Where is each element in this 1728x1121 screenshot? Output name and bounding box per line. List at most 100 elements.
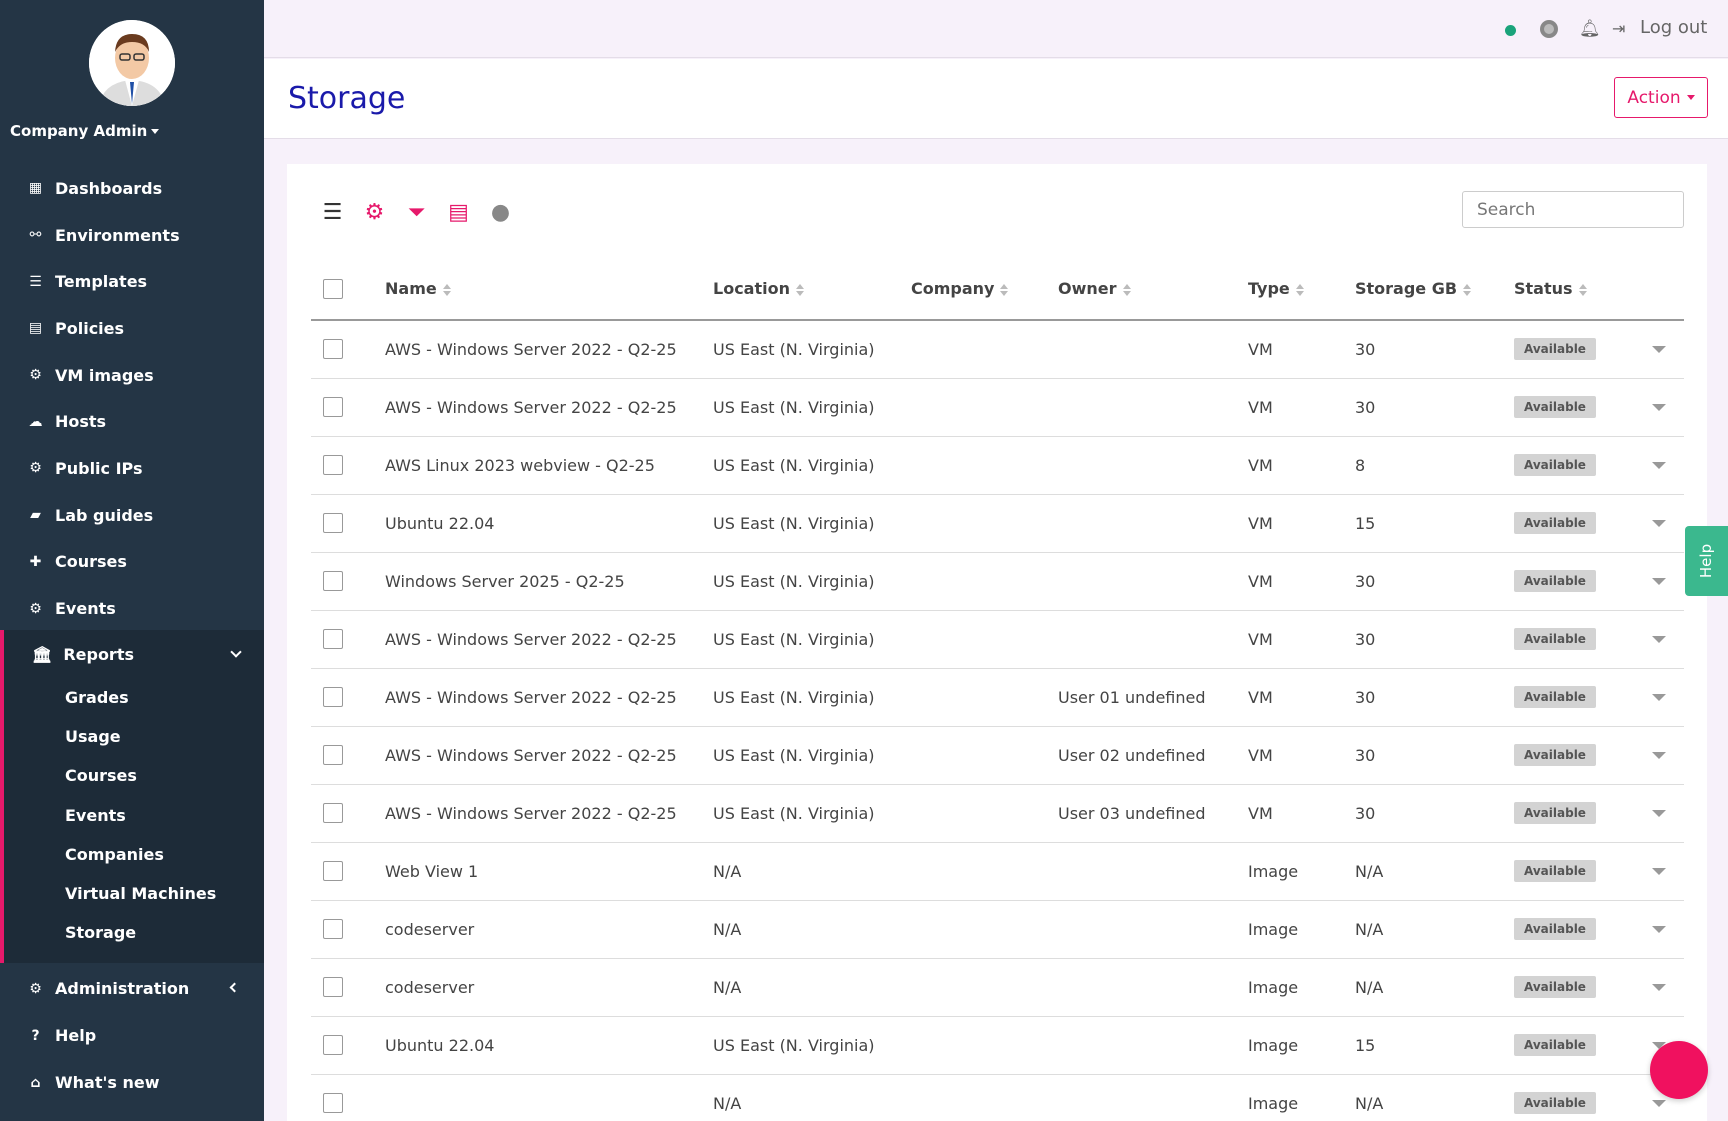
row-checkbox[interactable] <box>323 745 343 765</box>
sidebar-item-courses[interactable]: ✚ Courses <box>0 539 264 586</box>
row-checkbox[interactable] <box>323 1035 343 1055</box>
row-select-cell <box>311 726 385 785</box>
row-actions-cell <box>1628 552 1684 611</box>
row-checkbox[interactable] <box>323 919 343 939</box>
table-body: AWS - Windows Server 2022 - Q2-25 US East… <box>311 320 1684 1121</box>
bomb-icon[interactable]: ● <box>488 200 513 225</box>
globe-icon[interactable] <box>1540 20 1558 38</box>
table-row[interactable]: Windows Server 2025 - Q2-25 US East (N. V… <box>311 552 1684 611</box>
cell-company <box>911 784 1058 843</box>
sidebar-item-public-ips[interactable]: ⚙ Public IPs <box>0 445 264 492</box>
sidebar-item-vm-images[interactable]: ⚙ VM images <box>0 352 264 399</box>
row-expand-caret-icon[interactable] <box>1652 403 1666 411</box>
logout-icon[interactable]: ⇥ <box>1612 19 1625 38</box>
column-header-location[interactable]: Location <box>713 258 911 321</box>
row-expand-caret-icon[interactable] <box>1652 577 1666 585</box>
sidebar-item-events[interactable]: ⚙ Events <box>0 585 264 632</box>
row-select-cell <box>311 1074 385 1121</box>
sidebar-item-reports[interactable]: 🏛︎ Reports <box>4 630 264 678</box>
row-expand-caret-icon[interactable] <box>1652 867 1666 875</box>
cell-location: US East (N. Virginia) <box>713 436 911 495</box>
row-expand-caret-icon[interactable] <box>1652 925 1666 933</box>
row-checkbox[interactable] <box>323 977 343 997</box>
table-row[interactable]: AWS - Windows Server 2022 - Q2-25 US East… <box>311 378 1684 437</box>
sidebar-item-dashboards[interactable]: ▦ Dashboards <box>0 165 264 212</box>
user-name: Company Admin <box>10 122 148 140</box>
column-header-storage-gb[interactable]: Storage GB <box>1355 258 1514 321</box>
action-label: Action <box>1627 87 1681 108</box>
row-expand-caret-icon[interactable] <box>1652 1099 1666 1107</box>
sidebar-subitem-companies[interactable]: Companies <box>4 835 264 874</box>
select-all-checkbox[interactable] <box>323 278 343 299</box>
help-tab[interactable]: Help <box>1685 526 1728 596</box>
row-checkbox[interactable] <box>323 339 343 360</box>
sidebar-subitem-virtual-machines[interactable]: Virtual Machines <box>4 874 264 913</box>
cell-status: Available <box>1514 494 1628 553</box>
table-row[interactable]: codeserver N/A Image N/A Available <box>311 958 1684 1017</box>
list-icon[interactable]: ☰ <box>320 200 345 225</box>
sidebar-item-lab-guides[interactable]: ▰ Lab guides <box>0 492 264 539</box>
sidebar-item-hosts[interactable]: ☁ Hosts <box>0 398 264 445</box>
table-row[interactable]: Web View 1 N/A Image N/A Available <box>311 842 1684 901</box>
row-checkbox[interactable] <box>323 397 343 417</box>
action-button[interactable]: Action <box>1614 77 1708 118</box>
sidebar-item-administration[interactable]: ⚙ Administration <box>0 965 264 1012</box>
bell-icon[interactable]: 🔔︎ <box>1579 19 1601 39</box>
row-expand-caret-icon[interactable] <box>1652 519 1666 527</box>
table-row[interactable]: AWS Linux 2023 webview - Q2-25 US East (N… <box>311 436 1684 495</box>
search-input[interactable] <box>1462 191 1684 228</box>
table-row[interactable]: AWS - Windows Server 2022 - Q2-25 US East… <box>311 610 1684 669</box>
table-row[interactable]: AWS - Windows Server 2022 - Q2-25 US East… <box>311 784 1684 843</box>
filter-icon[interactable]: ⏷ <box>404 200 429 225</box>
sidebar-subitem-courses[interactable]: Courses <box>4 756 264 795</box>
row-checkbox[interactable] <box>323 629 343 649</box>
sidebar-item-environments[interactable]: ⚯ Environments <box>0 212 264 259</box>
cogs-icon[interactable]: ⚙ <box>362 200 387 225</box>
row-expand-caret-icon[interactable] <box>1652 635 1666 643</box>
column-header-name[interactable]: Name <box>385 258 713 321</box>
row-expand-caret-icon[interactable] <box>1652 983 1666 991</box>
sidebar-item-help[interactable]: ? Help <box>0 1012 264 1059</box>
sidebar-subitem-grades[interactable]: Grades <box>4 678 264 717</box>
row-checkbox[interactable] <box>323 687 343 707</box>
cell-owner <box>1058 320 1248 379</box>
sidebar-item-policies[interactable]: ▤ Policies <box>0 305 264 352</box>
column-header-owner[interactable]: Owner <box>1058 258 1248 321</box>
row-expand-caret-icon[interactable] <box>1652 345 1666 353</box>
sidebar-item-templates[interactable]: ☰ Templates <box>0 258 264 305</box>
row-checkbox[interactable] <box>323 455 343 475</box>
sidebar-subitem-usage[interactable]: Usage <box>4 717 264 756</box>
row-checkbox[interactable] <box>323 1093 343 1113</box>
page-title: Storage <box>288 81 406 116</box>
row-expand-caret-icon[interactable] <box>1652 461 1666 469</box>
table-row[interactable]: Ubuntu 22.04 US East (N. Virginia) VM 15 Ava… <box>311 494 1684 553</box>
row-checkbox[interactable] <box>323 803 343 823</box>
table-row[interactable]: AWS - Windows Server 2022 - Q2-25 US East… <box>311 726 1684 785</box>
user-menu[interactable]: Company Admin <box>10 122 160 140</box>
sidebar-subitem-events[interactable]: Events <box>4 796 264 835</box>
table-row[interactable]: AWS - Windows Server 2022 - Q2-25 US East… <box>311 320 1684 379</box>
cell-company <box>911 494 1058 553</box>
column-header-status[interactable]: Status <box>1514 258 1628 321</box>
column-header-company[interactable]: Company <box>911 258 1058 321</box>
sidebar-subitem-storage[interactable]: Storage <box>4 913 264 952</box>
document-icon[interactable]: ▤ <box>446 200 471 225</box>
table-row[interactable]: Ubuntu 22.04 US East (N. Virginia) Image 15… <box>311 1016 1684 1075</box>
row-expand-caret-icon[interactable] <box>1652 809 1666 817</box>
table-row[interactable]: N/A Image N/A Available <box>311 1074 1684 1121</box>
column-label: Storage GB <box>1355 279 1458 298</box>
table-row[interactable]: AWS - Windows Server 2022 - Q2-25 US East… <box>311 668 1684 727</box>
column-header-type[interactable]: Type <box>1248 258 1355 321</box>
avatar[interactable] <box>89 20 175 106</box>
row-select-cell <box>311 494 385 553</box>
cell-storage-gb: 30 <box>1355 552 1514 611</box>
row-expand-caret-icon[interactable] <box>1652 751 1666 759</box>
row-expand-caret-icon[interactable] <box>1652 693 1666 701</box>
table-row[interactable]: codeserver N/A Image N/A Available <box>311 900 1684 959</box>
sidebar-item-whats-new[interactable]: ⌂ What's new <box>0 1059 264 1106</box>
chat-fab-button[interactable] <box>1650 1041 1708 1099</box>
row-checkbox[interactable] <box>323 571 343 591</box>
row-checkbox[interactable] <box>323 861 343 881</box>
logout-button[interactable]: Log out <box>1640 17 1707 38</box>
row-checkbox[interactable] <box>323 513 343 533</box>
